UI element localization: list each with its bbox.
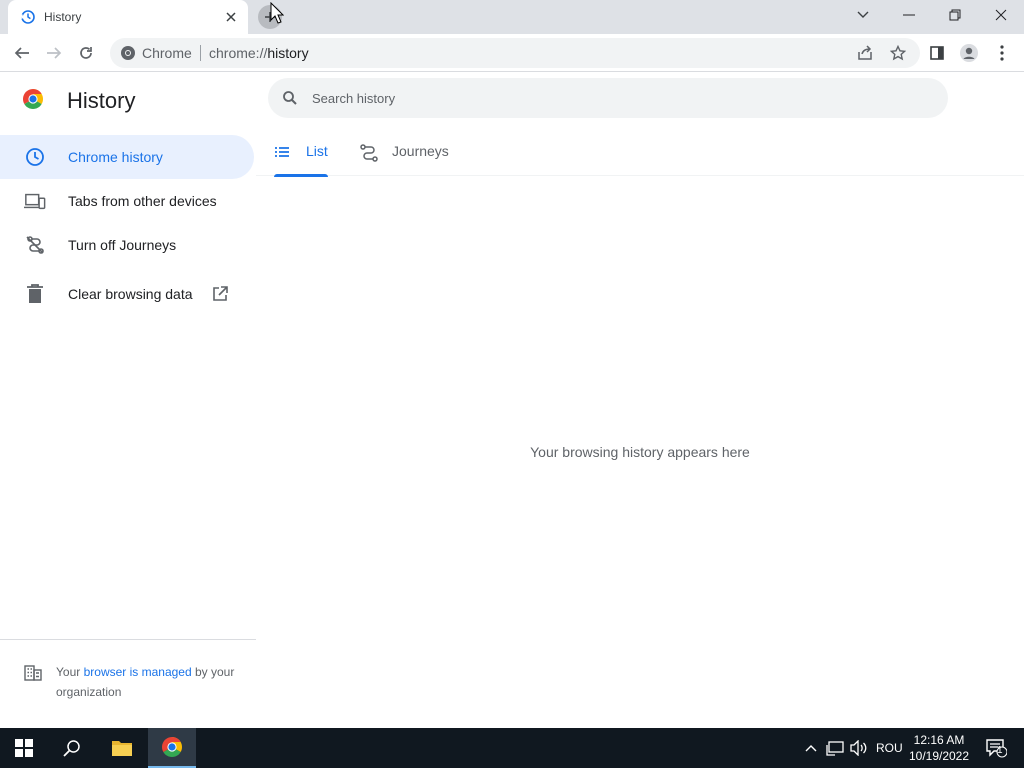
restore-icon[interactable] [932,0,978,30]
search-input[interactable] [312,88,912,108]
sidebar-item-clear-browsing-data[interactable]: Clear browsing data [0,272,254,316]
profile-button[interactable] [955,39,983,67]
url-scheme: chrome:// [209,45,268,61]
input-language[interactable]: ROU [876,741,903,755]
start-button[interactable] [0,728,48,768]
taskbar-clock[interactable]: 12:16 AM 10/19/2022 [904,732,974,764]
network-icon[interactable] [824,728,846,768]
sidebar-item-chrome-history[interactable]: Chrome history [0,135,254,179]
back-arrow-icon [14,47,29,59]
folder-icon [112,741,132,756]
close-window-icon[interactable] [978,0,1024,30]
kebab-menu-icon [1000,45,1004,61]
windows-logo-icon [15,739,33,757]
clock-date: 10/19/2022 [908,749,970,763]
managed-link[interactable]: browser is managed [84,665,192,679]
action-center-button[interactable]: 1 [978,728,1014,768]
list-icon [274,144,290,165]
tab-history[interactable]: History [8,0,248,34]
trash-icon [24,283,46,305]
tab-close-icon[interactable] [222,8,240,26]
url-text[interactable]: chrome://history [209,45,309,61]
chrome-logo-icon [22,88,44,110]
chrome-taskbar-button[interactable] [148,728,196,768]
tab-title: History [44,10,82,24]
sidebar-item-other-devices[interactable]: Tabs from other devices [0,179,254,223]
side-panel-button[interactable] [923,39,951,67]
tab-list[interactable]: List [274,132,328,177]
tab-journeys-label: Journeys [392,143,449,159]
chrome-site-icon [120,45,136,66]
managed-prefix: Your [56,665,84,679]
tab-search-icon[interactable] [840,0,886,30]
browser-window: History Chrome chrome://history History … [0,0,1024,728]
notification-count: 1 [997,745,1003,756]
volume-icon[interactable] [848,728,870,768]
browser-toolbar: Chrome chrome://history [0,34,1024,72]
notification-icon [986,739,1007,758]
empty-state-message: Your browsing history appears here [530,444,750,460]
url-path: history [267,45,309,61]
address-bar[interactable]: Chrome chrome://history [110,38,920,68]
menu-button[interactable] [988,39,1016,67]
taskbar-search-button[interactable] [48,728,96,768]
building-icon [24,665,42,686]
active-tab-indicator [274,174,328,177]
side-panel-icon [930,46,944,60]
tab-list-label: List [306,143,328,159]
history-favicon-icon [20,9,36,25]
address-separator [200,45,201,61]
file-explorer-button[interactable] [98,728,146,768]
site-chip-label: Chrome [142,45,192,61]
windows-taskbar: ROU 12:16 AM 10/19/2022 1 [0,728,1024,768]
sidebar-item-label: Turn off Journeys [68,237,177,253]
tray-overflow-icon[interactable] [800,728,822,768]
tab-journeys[interactable]: Journeys [360,132,460,176]
clock-time: 12:16 AM [913,733,965,747]
sidebar-item-label: Clear browsing data [68,286,193,302]
reload-icon [80,47,92,59]
sidebar-item-label: Tabs from other devices [68,193,217,209]
forward-button[interactable] [40,39,68,67]
tab-strip: History [0,0,1024,34]
history-page: History Chrome history Tabs from other d… [0,72,1024,728]
search-icon [282,90,298,111]
search-box[interactable] [268,78,948,118]
sidebar-item-turn-off-journeys[interactable]: Turn off Journeys [0,223,254,267]
devices-icon [24,190,46,212]
minimize-icon[interactable] [886,0,932,30]
reload-button[interactable] [72,39,100,67]
taskbar-search-icon [63,740,80,757]
share-icon[interactable] [855,43,875,63]
sidebar-item-label: Chrome history [68,149,163,165]
journeys-icon [360,144,378,167]
bookmark-star-icon[interactable] [888,43,908,63]
journeys-off-icon [24,234,46,256]
open-in-new-icon [212,286,228,307]
mouse-cursor-icon [270,2,284,24]
sidebar-divider [0,639,256,640]
avatar-icon [960,44,978,62]
chrome-taskbar-icon [162,737,182,757]
content-tabs: List Journeys [256,132,1024,177]
page-title: History [67,88,136,113]
forward-arrow-icon [47,47,62,59]
managed-text: Your browser is managed by your organiza… [56,662,246,702]
back-button[interactable] [8,39,36,67]
clock-icon [24,146,46,168]
